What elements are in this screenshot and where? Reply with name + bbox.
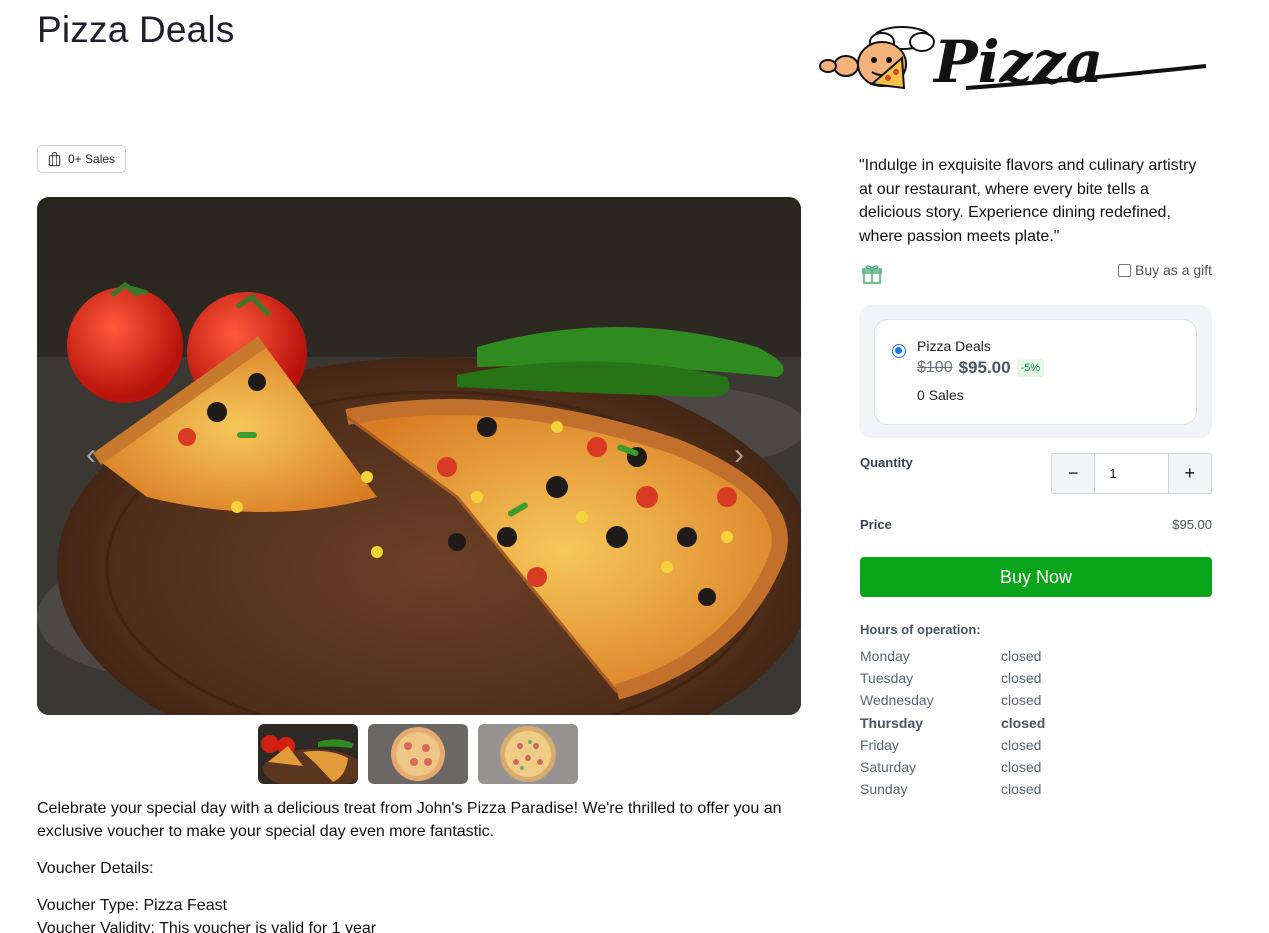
hours-title: Hours of operation: <box>860 622 981 637</box>
voucher-type: Voucher Type: Pizza Feast <box>37 897 228 914</box>
quantity-decrease-button[interactable]: − <box>1052 454 1094 493</box>
hours-row: Friday closed <box>860 734 1160 756</box>
deal-option-radio[interactable] <box>892 344 906 358</box>
original-price: $100 <box>917 359 953 376</box>
quantity-increase-button[interactable]: + <box>1169 454 1211 493</box>
hours-row-today: Thursday closed <box>860 712 1160 734</box>
deal-option-sales: 0 Sales <box>917 387 964 403</box>
quantity-label: Quantity <box>860 455 913 470</box>
description-intro: Celebrate your special day with a delici… <box>37 800 782 840</box>
hours-day: Friday <box>860 736 899 753</box>
hours-day: Sunday <box>860 781 908 798</box>
voucher-details-heading: Voucher Details: <box>37 860 154 877</box>
buy-now-button[interactable]: Buy Now <box>860 557 1212 597</box>
hours-status: closed <box>1001 692 1042 709</box>
gallery-prev-arrow-icon[interactable]: ‹ <box>86 440 104 470</box>
pizza-logo: Pizza <box>816 22 1208 96</box>
deal-option-name: Pizza Deals <box>917 338 991 354</box>
sales-badge: 0+ Sales <box>37 145 127 173</box>
price-label: Price <box>860 517 892 532</box>
deal-options: Pizza Deals $100 $95.00 -5% 0 Sales <box>859 305 1212 438</box>
thumbnail-3[interactable] <box>478 724 578 784</box>
hours-status: closed <box>1001 670 1042 687</box>
voucher-validity: Voucher Validity: This voucher is valid … <box>37 920 377 933</box>
buy-as-gift-checkbox[interactable]: Buy as a gift <box>1118 262 1212 278</box>
shopping-bag-icon <box>48 151 61 166</box>
hours-row: Wednesday closed <box>860 689 1160 711</box>
discount-badge: -5% <box>1016 359 1045 377</box>
product-description: Celebrate your special day with a delici… <box>37 797 807 933</box>
deal-option-card[interactable]: Pizza Deals $100 $95.00 -5% 0 Sales <box>874 319 1197 425</box>
gallery-next-arrow-icon[interactable]: › <box>734 440 752 470</box>
page-title: Pizza Deals <box>37 9 235 50</box>
thumbnail-1[interactable] <box>258 724 358 784</box>
quantity-input[interactable]: 1 <box>1094 454 1169 493</box>
hours-day: Saturday <box>860 759 917 776</box>
gift-icon <box>862 265 882 284</box>
sales-badge-label: 0+ Sales <box>68 152 116 166</box>
hours-row: Saturday closed <box>860 756 1160 778</box>
hours-status: closed <box>1001 736 1042 753</box>
hours-status: closed <box>1001 759 1042 776</box>
restaurant-quote: "Indulge in exquisite flavors and culina… <box>859 157 1197 245</box>
quantity-stepper: − 1 + <box>1051 453 1212 494</box>
hours-status: closed <box>1001 714 1046 731</box>
hours-row: Tuesday closed <box>860 667 1160 689</box>
hours-day: Monday <box>860 648 910 665</box>
hours-row: Sunday closed <box>860 778 1160 800</box>
thumbnail-2[interactable] <box>368 724 468 784</box>
sale-price: $95.00 <box>958 358 1011 377</box>
hours-day: Thursday <box>860 714 924 731</box>
hours-table: Monday closed Tuesday closed Wednesday clos… <box>860 645 1160 800</box>
price-value: $95.00 <box>1172 517 1212 532</box>
gallery-thumbnails <box>258 724 578 784</box>
hours-row: Monday closed <box>860 645 1160 667</box>
gift-checkbox-box[interactable] <box>1118 263 1131 277</box>
main-product-image[interactable] <box>37 197 801 715</box>
hours-status: closed <box>1001 781 1042 798</box>
buy-as-gift-label: Buy as a gift <box>1135 262 1213 278</box>
hours-day: Wednesday <box>860 692 934 709</box>
hours-status: closed <box>1001 648 1042 665</box>
hours-day: Tuesday <box>860 670 914 687</box>
